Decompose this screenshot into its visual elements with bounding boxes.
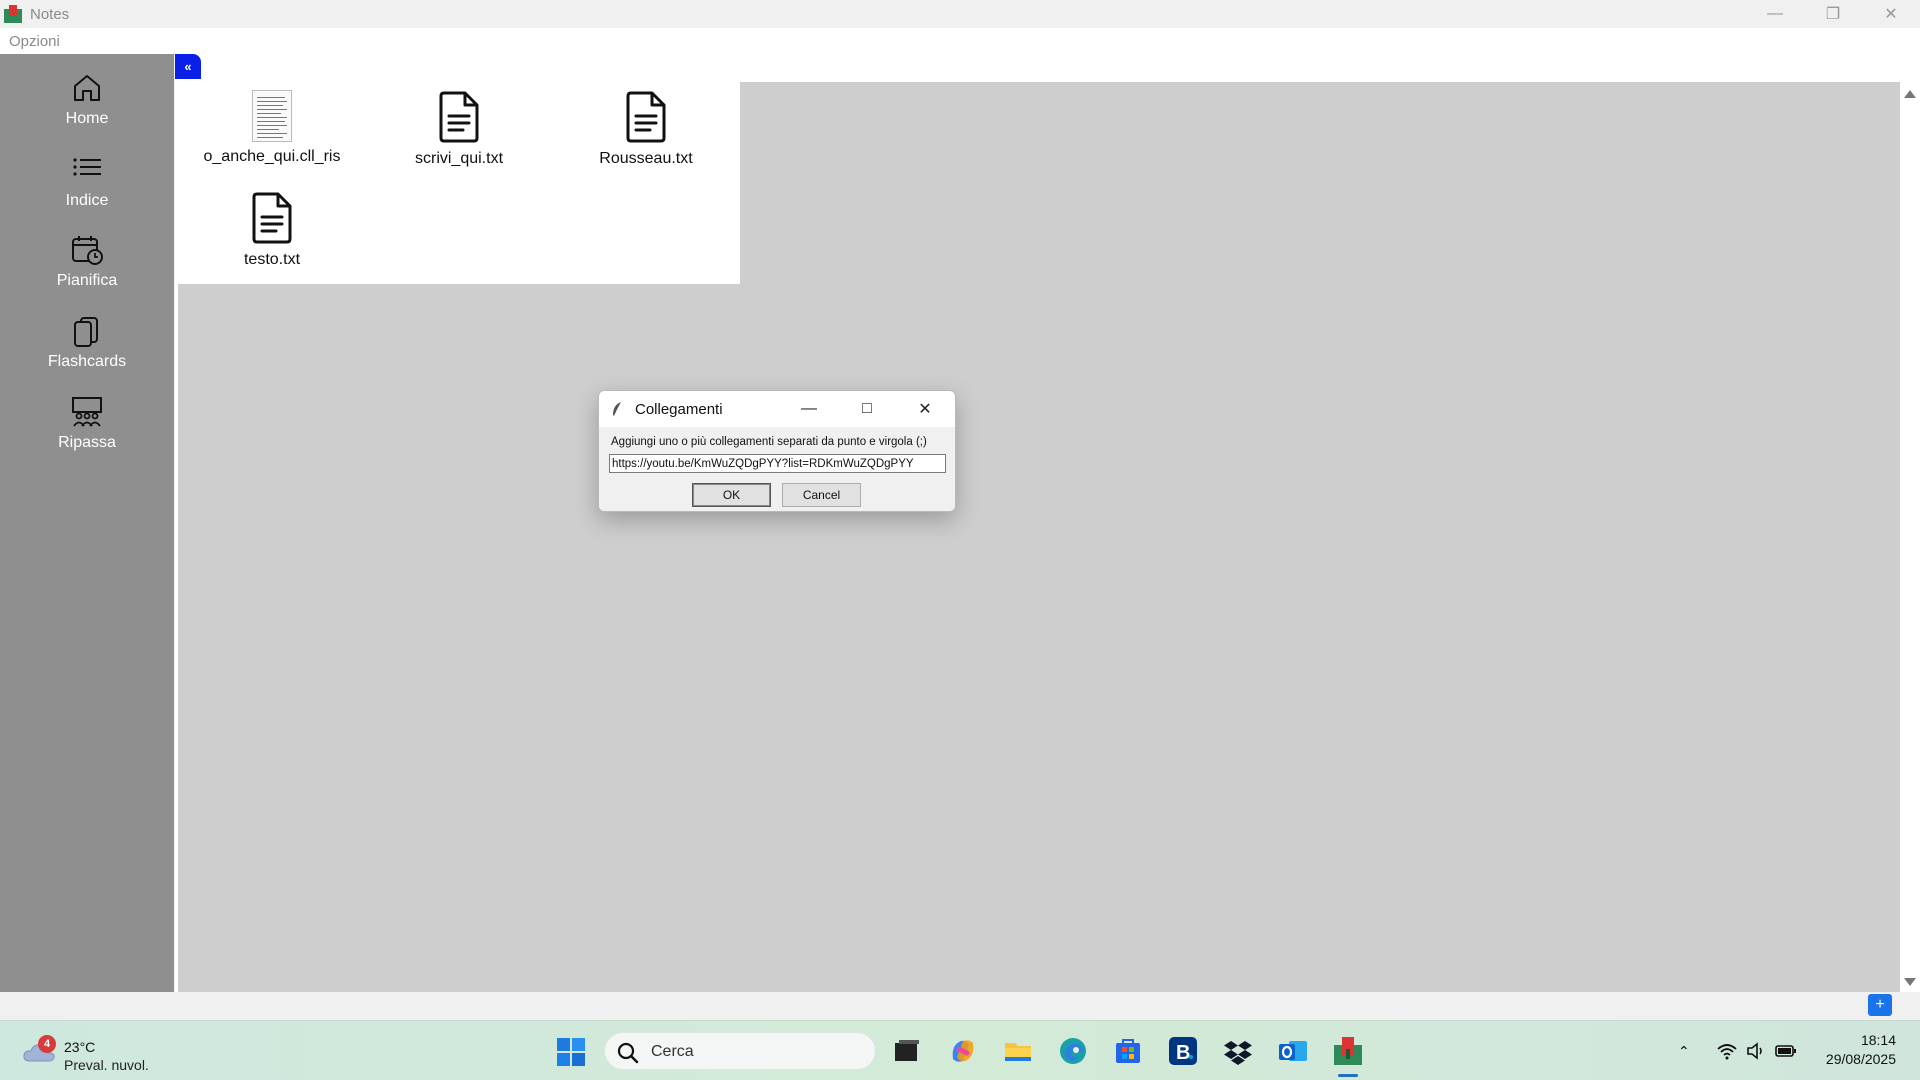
text-file-icon	[439, 91, 479, 143]
close-icon[interactable]: ✕	[1862, 0, 1920, 28]
file-name: testo.txt	[243, 251, 301, 268]
app-logo-icon	[4, 5, 22, 23]
dialog-title-bar: Collegamenti — □ ✕	[599, 391, 955, 427]
svg-text:B: B	[1176, 1042, 1190, 1064]
minimize-icon[interactable]: —	[1746, 0, 1804, 28]
dialog-close-icon[interactable]: ✕	[905, 397, 945, 421]
search-icon	[617, 1042, 639, 1064]
active-app-indicator	[1338, 1074, 1358, 1077]
file-item[interactable]: o_anche_qui.cll_ris	[182, 82, 362, 172]
sidebar-item-pianifica[interactable]: Pianifica	[0, 224, 174, 296]
file-name: Rousseau.txt	[599, 150, 693, 167]
text-file-icon	[252, 192, 292, 244]
content-area: o_anche_qui.cll_ris scrivi_qui.txt Rouss…	[178, 82, 1900, 992]
sidebar-item-label: Home	[65, 110, 109, 127]
add-button[interactable]: +	[1868, 994, 1892, 1016]
sidebar: Home Indice Pianifica Flashcards Ripassa	[0, 54, 174, 992]
edge-browser-icon[interactable]	[1057, 1035, 1089, 1067]
file-grid: o_anche_qui.cll_ris scrivi_qui.txt Rouss…	[178, 82, 740, 284]
links-dialog: Collegamenti — □ ✕ Aggiungi uno o più co…	[598, 390, 956, 512]
title-bar: Notes — ❐ ✕	[0, 0, 1920, 28]
file-item[interactable]: scrivi_qui.txt	[369, 82, 549, 172]
home-icon	[74, 75, 100, 101]
sidebar-item-indice[interactable]: Indice	[0, 144, 174, 216]
wifi-icon[interactable]	[1716, 1041, 1738, 1061]
sidebar-item-flashcards[interactable]: Flashcards	[0, 305, 174, 377]
battery-icon[interactable]	[1775, 1041, 1797, 1061]
window-title: Notes	[30, 5, 70, 23]
taskbar-search[interactable]: Cerca	[604, 1032, 876, 1070]
booking-icon[interactable]: B	[1167, 1035, 1199, 1067]
weather-condition: Preval. nuvol.	[64, 1057, 149, 1073]
task-view-icon[interactable]	[891, 1035, 923, 1067]
dropbox-icon[interactable]	[1222, 1035, 1254, 1067]
dialog-title: Collegamenti	[635, 401, 723, 418]
feather-icon	[613, 402, 621, 416]
cancel-button[interactable]: Cancel	[782, 483, 861, 507]
status-strip: +	[0, 992, 1920, 1020]
file-item[interactable]: testo.txt	[182, 183, 362, 273]
weather-badge: 4	[38, 1035, 56, 1053]
scroll-down-icon[interactable]	[1904, 978, 1916, 986]
tray-chevron-up-icon[interactable]: ⌃	[1678, 1043, 1690, 1060]
text-file-icon	[626, 91, 666, 143]
sidebar-item-label: Ripassa	[58, 434, 116, 451]
sidebar-item-home[interactable]: Home	[0, 62, 174, 134]
classroom-icon	[72, 397, 102, 427]
cards-icon	[74, 317, 98, 347]
dialog-prompt: Aggiungi uno o più collegamenti separati…	[611, 436, 927, 448]
file-name: scrivi_qui.txt	[414, 150, 504, 167]
window-controls: — ❐ ✕	[1746, 0, 1920, 28]
microsoft-store-icon[interactable]	[1112, 1035, 1144, 1067]
restore-icon[interactable]: ❐	[1804, 0, 1862, 28]
windows-start-icon[interactable]	[556, 1037, 586, 1067]
weather-temp: 23°C	[64, 1039, 96, 1055]
search-placeholder: Cerca	[651, 1043, 694, 1060]
menu-bar: Opzioni	[0, 28, 1920, 54]
main-area: « o_anche_qui.cll_ris scrivi_qui.txt Rou…	[175, 54, 1920, 992]
sidebar-item-label: Flashcards	[47, 353, 127, 370]
sidebar-item-label: Pianifica	[56, 272, 118, 289]
outlook-icon[interactable]	[1277, 1035, 1309, 1067]
system-clock[interactable]: 18:14 29/08/2025	[1826, 1031, 1896, 1069]
vertical-scrollbar[interactable]	[1900, 82, 1920, 992]
clock-time: 18:14	[1860, 1032, 1896, 1048]
file-explorer-icon[interactable]	[1002, 1035, 1034, 1067]
dialog-maximize-icon[interactable]: □	[847, 397, 887, 421]
menu-options[interactable]: Opzioni	[9, 33, 60, 50]
weather-widget[interactable]: 4 23°C Preval. nuvol.	[22, 1029, 182, 1073]
clock-date: 29/08/2025	[1825, 1051, 1896, 1067]
sidebar-item-label: Indice	[65, 192, 109, 209]
links-input[interactable]	[609, 454, 946, 473]
volume-icon[interactable]	[1745, 1041, 1767, 1061]
file-name: o_anche_qui.cll_ris	[203, 148, 341, 165]
ok-button[interactable]: OK	[692, 483, 771, 507]
sidebar-item-ripassa[interactable]: Ripassa	[0, 386, 174, 458]
dialog-minimize-icon[interactable]: —	[789, 397, 829, 421]
list-icon	[73, 158, 101, 176]
collapse-sidebar-button[interactable]: «	[175, 54, 201, 79]
calendar-clock-icon	[72, 236, 103, 265]
document-thumbnail-icon	[252, 90, 292, 142]
taskbar: 4 23°C Preval. nuvol. Cerca B ⌃ 18:14 29…	[0, 1020, 1920, 1080]
copilot-icon[interactable]	[947, 1035, 979, 1067]
notes-app-icon[interactable]	[1332, 1035, 1364, 1067]
file-item[interactable]: Rousseau.txt	[556, 82, 736, 172]
scroll-up-icon[interactable]	[1904, 90, 1916, 98]
